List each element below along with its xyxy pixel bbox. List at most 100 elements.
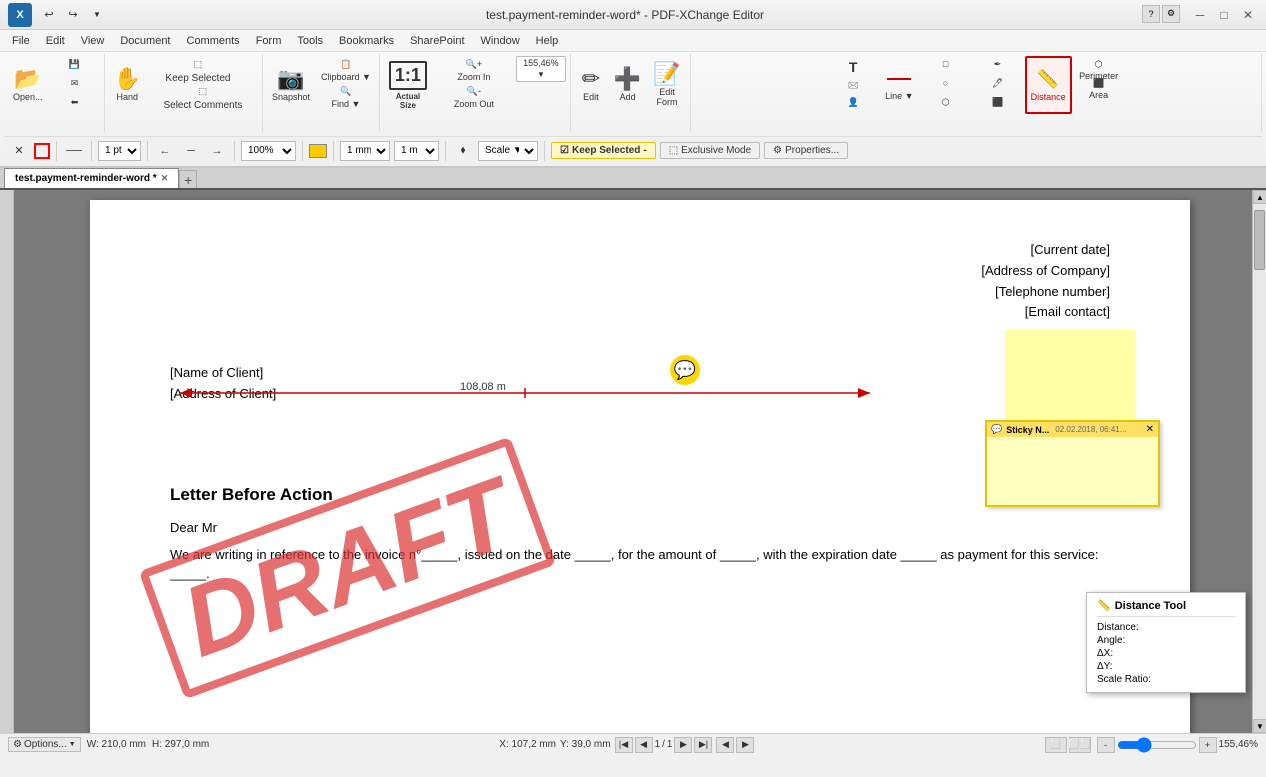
select-comments-button[interactable]: ⬚ Select Comments: [148, 83, 258, 109]
scroll-up-button[interactable]: ▲: [1253, 190, 1266, 204]
rect-color-indicator[interactable]: [34, 143, 50, 159]
line-width-select[interactable]: 1 pt: [98, 141, 141, 161]
prev-page-button[interactable]: ◀: [635, 737, 653, 753]
arrow-right-button[interactable]: →: [206, 140, 228, 162]
maximize-button[interactable]: □: [1214, 5, 1234, 25]
divider2: [91, 141, 92, 161]
zoom-in-button[interactable]: 🔍+ Zoom In: [434, 56, 514, 82]
pan-right-button[interactable]: ▶: [736, 737, 754, 753]
rect-tool-button[interactable]: □: [921, 56, 971, 74]
divider1: [56, 141, 57, 161]
area-tool-button[interactable]: ⬛ Area: [1074, 75, 1124, 93]
last-page-button[interactable]: ▶|: [694, 737, 712, 753]
line-tool-icon: [887, 69, 911, 89]
divider8: [544, 141, 545, 161]
menu-tools[interactable]: Tools: [289, 33, 331, 49]
open-button[interactable]: 📂 Open...: [8, 56, 48, 114]
select-group-items: ✋ Hand ⬚ Keep Selected ⬚ Select Comments: [109, 56, 258, 130]
menu-help[interactable]: Help: [528, 33, 567, 49]
properties-button[interactable]: ⚙ Properties...: [764, 142, 848, 159]
arrow-mid-button[interactable]: ─: [180, 140, 202, 162]
zoom-select[interactable]: 100%: [241, 141, 296, 161]
menu-sharepoint[interactable]: SharePoint: [402, 33, 472, 49]
menu-window[interactable]: Window: [473, 33, 528, 49]
menu-comments[interactable]: Comments: [179, 33, 248, 49]
eraser-tool-button[interactable]: ⬛: [973, 94, 1023, 112]
scroll-down-button[interactable]: ▼: [1253, 719, 1266, 733]
close-tool-button[interactable]: ✕: [8, 140, 30, 162]
close-button[interactable]: ✕: [1238, 5, 1258, 25]
menu-bookmarks[interactable]: Bookmarks: [331, 33, 402, 49]
zoom-in-status-button[interactable]: +: [1199, 737, 1217, 753]
doc-tab-main[interactable]: test.payment-reminder-word * ✕: [4, 168, 179, 188]
hand-button[interactable]: ✋ Hand: [109, 56, 146, 114]
arrow-left-button[interactable]: ←: [154, 140, 176, 162]
vertical-scrollbar[interactable]: ▲ ▼: [1252, 190, 1266, 733]
highlight-tool-button[interactable]: 🖊: [973, 75, 1023, 93]
menu-file[interactable]: File: [4, 33, 38, 49]
telephone: [Telephone number]: [170, 282, 1110, 303]
stamp-icon: 🖂: [848, 78, 859, 94]
sticky-note[interactable]: 💬 Sticky N... 02.02.2018, 06:41... ✕: [985, 420, 1160, 507]
color-picker-button[interactable]: [309, 144, 327, 158]
dropdown-button[interactable]: ▼: [86, 4, 108, 26]
add-button[interactable]: ➕ Add: [609, 56, 646, 114]
zoom-1to1-button[interactable]: 1:1 ActualSize: [384, 56, 432, 114]
help-icon[interactable]: ?: [1142, 5, 1160, 23]
keep-selected-button[interactable]: ☑ Keep Selected -: [551, 142, 656, 159]
options-button[interactable]: ⚙ Options... ▼: [8, 737, 81, 752]
comment-bubble[interactable]: 💬: [670, 355, 700, 385]
find-button[interactable]: 🔍 Find ▼: [317, 83, 375, 109]
distance-tool-button[interactable]: 📏 Distance: [1025, 56, 1072, 114]
menu-edit[interactable]: Edit: [38, 33, 73, 49]
highlight-annotation: [1005, 330, 1135, 420]
edit-button[interactable]: ✏ Edit: [575, 56, 607, 114]
text-tool-button[interactable]: T: [828, 56, 878, 74]
exclusive-mode-button[interactable]: ⬚ Exclusive Mode: [660, 142, 760, 159]
snapshot-button[interactable]: 📷 Snapshot: [267, 56, 315, 114]
snapshot-label: Snapshot: [272, 92, 310, 102]
stamp-tool-button[interactable]: 🖂: [828, 75, 878, 93]
angle-row: Angle:: [1097, 634, 1235, 647]
back-icon: ⬅: [71, 97, 79, 108]
line-tool-button[interactable]: Line ▼: [880, 56, 918, 114]
zoom-level-display[interactable]: 155,46% ▼: [516, 56, 566, 82]
ribbon: 📂 Open... 💾 ✉ ⬅: [0, 52, 1266, 168]
menu-form[interactable]: Form: [248, 33, 290, 49]
back-button[interactable]: ⬅: [50, 94, 100, 112]
ribbon-group-select: ✋ Hand ⬚ Keep Selected ⬚ Select Comments: [105, 54, 263, 132]
clipboard-button[interactable]: 📋 Clipboard ▼: [317, 56, 375, 82]
scroll-thumb[interactable]: [1254, 210, 1265, 270]
dash-style-button[interactable]: ──: [63, 140, 85, 162]
unit2-select[interactable]: 1 m: [394, 141, 439, 161]
pan-left-button[interactable]: ◀: [716, 737, 734, 753]
scale-select[interactable]: Scale ▼: [478, 141, 538, 161]
single-page-button[interactable]: ⬜: [1045, 737, 1067, 753]
pen-tool-button[interactable]: ✒: [973, 56, 1023, 74]
settings-icon[interactable]: ⚙: [1162, 5, 1180, 23]
select-text-button[interactable]: ⬚ Keep Selected: [148, 56, 248, 82]
new-tab-button[interactable]: +: [179, 170, 197, 188]
zoom-slider[interactable]: [1117, 740, 1197, 750]
redo-button[interactable]: ↪: [62, 4, 84, 26]
zoom-value: 155,46%: [523, 58, 559, 68]
perimeter-tool-button[interactable]: ⬡ Perimeter: [1074, 56, 1124, 74]
doc-tab-close-button[interactable]: ✕: [161, 173, 169, 184]
undo-button[interactable]: ↩: [38, 4, 60, 26]
save-button[interactable]: 💾: [50, 56, 100, 74]
person-tool-button[interactable]: 👤: [828, 94, 878, 112]
polygon-tool-button[interactable]: ⬡: [921, 94, 971, 112]
next-page-button[interactable]: ▶: [674, 737, 692, 753]
menu-document[interactable]: Document: [112, 33, 178, 49]
mail-button[interactable]: ✉: [50, 75, 100, 93]
two-page-button[interactable]: ⬜⬜: [1069, 737, 1091, 753]
menu-view[interactable]: View: [73, 33, 113, 49]
minimize-button[interactable]: ─: [1190, 5, 1210, 25]
zoom-out-button[interactable]: 🔍- Zoom Out: [434, 83, 514, 109]
first-page-button[interactable]: |◀: [615, 737, 633, 753]
unit1-select[interactable]: 1 mm: [340, 141, 390, 161]
zoom-out-status-button[interactable]: -: [1097, 737, 1115, 753]
edit-form-button[interactable]: 📝 EditForm: [648, 56, 685, 114]
sticky-note-close[interactable]: ✕: [1146, 424, 1154, 435]
ellipse-tool-button[interactable]: ○: [921, 75, 971, 93]
